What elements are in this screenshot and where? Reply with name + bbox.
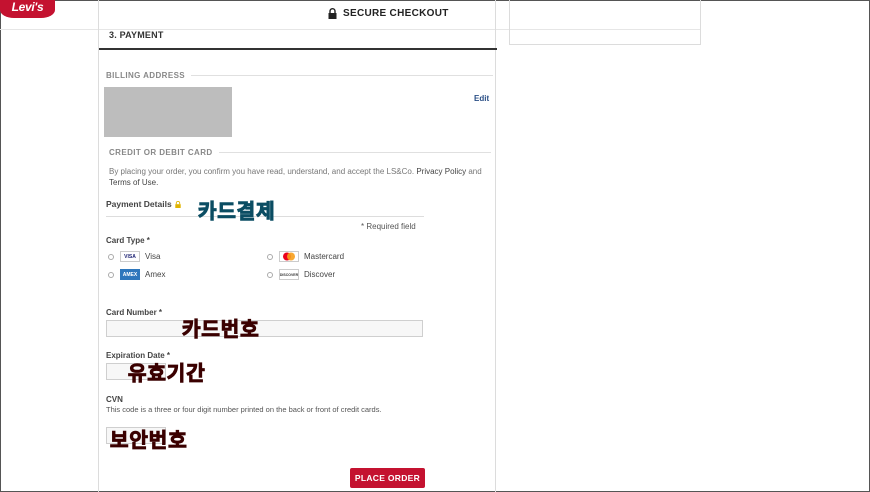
discover-radio[interactable] (267, 271, 273, 278)
billing-address-heading: BILLING ADDRESS (106, 71, 494, 80)
annotation-card-number: 카드번호 (182, 317, 260, 342)
edit-billing-link[interactable]: Edit (474, 94, 489, 103)
card-heading-rule (218, 152, 491, 153)
visa-logo-icon: VISA (120, 251, 140, 262)
mastercard-logo-icon (279, 251, 299, 262)
terms-of-use-link[interactable]: Terms of Use. (109, 178, 158, 187)
annotation-card-payment: 카드결제 (198, 199, 276, 224)
order-summary-panel (509, 0, 701, 45)
step-divider (99, 48, 497, 50)
billing-address-heading-text: BILLING ADDRESS (106, 71, 186, 80)
credit-card-heading: CREDIT OR DEBIT CARD (109, 148, 491, 157)
visa-label: Visa (145, 252, 161, 261)
order-disclaimer: By placing your order, you confirm you h… (109, 166, 491, 188)
card-number-input[interactable] (106, 320, 423, 337)
card-type-label: Card Type * (106, 236, 150, 245)
annotation-expiry: 유효기간 (128, 361, 206, 386)
disclaimer-text: By placing your order, you confirm you h… (109, 167, 415, 176)
visa-radio[interactable] (108, 253, 114, 260)
annotation-security-code: 보안번호 (110, 428, 188, 453)
amex-logo-icon: AMEX (120, 269, 140, 280)
cvn-description: This code is a three or four digit numbe… (106, 405, 382, 414)
card-type-amex[interactable]: AMEX Amex (108, 269, 165, 280)
levis-logo[interactable]: Levi's (0, 0, 55, 18)
mastercard-circles-icon (283, 252, 295, 261)
payment-panel: 3. PAYMENT BILLING ADDRESS Edit CREDIT O… (98, 0, 497, 492)
card-type-discover[interactable]: DISCOVER Discover (267, 269, 335, 280)
discover-logo-icon: DISCOVER (279, 269, 299, 280)
cvn-label: CVN (106, 395, 123, 404)
payment-details-text: Payment Details (106, 199, 172, 209)
place-order-button[interactable]: PLACE ORDER (350, 468, 425, 488)
billing-heading-rule (191, 75, 494, 76)
payment-details-label: Payment Details (106, 199, 181, 209)
card-number-label: Card Number * (106, 308, 163, 317)
credit-card-heading-text: CREDIT OR DEBIT CARD (109, 148, 213, 157)
disclaimer-and: and (468, 167, 482, 176)
discover-label: Discover (304, 270, 336, 279)
required-field-note: * Required field (361, 222, 416, 231)
small-lock-icon (174, 200, 181, 208)
card-type-mastercard[interactable]: Mastercard (267, 251, 344, 262)
privacy-policy-link[interactable]: Privacy Policy (416, 167, 466, 176)
card-type-visa[interactable]: VISA Visa (108, 251, 160, 262)
step-title: 3. PAYMENT (109, 30, 164, 40)
amex-label: Amex (145, 270, 166, 279)
amex-radio[interactable] (108, 271, 114, 278)
mastercard-radio[interactable] (267, 253, 273, 260)
redacted-address (104, 87, 232, 137)
mastercard-label: Mastercard (304, 252, 345, 261)
